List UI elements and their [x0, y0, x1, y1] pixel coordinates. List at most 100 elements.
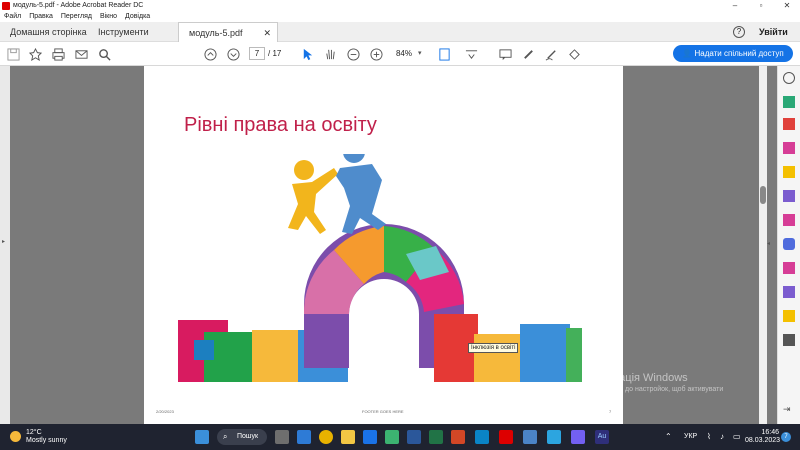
viber-icon[interactable] [571, 430, 585, 444]
tab-bar: Домашня сторінка Інструменти модуль-5.pd… [0, 22, 800, 42]
share-button-label: Надати спільний доступ [694, 49, 784, 58]
collapse-right-icon[interactable]: ◂ [767, 240, 770, 247]
inclusion-label: Інклюзія в освіті [468, 343, 519, 353]
more-tools-icon[interactable] [783, 334, 795, 346]
compress-icon[interactable] [783, 310, 795, 322]
store-icon[interactable] [385, 430, 399, 444]
footer-date: 2/20/2023 [156, 409, 174, 414]
next-page-icon[interactable] [225, 46, 241, 62]
slide-title: Рівні права на освіту [184, 114, 377, 136]
right-tools-panel: ⇥ [777, 66, 800, 424]
zoom-dropdown-icon[interactable]: ▾ [418, 47, 422, 60]
create-pdf-icon[interactable] [783, 96, 795, 108]
clock-time: 16:46 [761, 429, 779, 436]
fill-sign-icon[interactable] [783, 190, 795, 202]
share-user-icon: 👤 [682, 49, 695, 58]
email-icon[interactable] [73, 46, 89, 62]
excel-icon[interactable] [429, 430, 443, 444]
select-cursor-icon[interactable] [299, 46, 315, 62]
zoom-out-icon[interactable] [345, 46, 361, 62]
footer-page-number: 7 [609, 409, 612, 414]
notification-badge[interactable]: 7 [781, 432, 791, 442]
acrobat-icon [2, 1, 10, 10]
weather-desc: Mostly sunny [26, 437, 67, 444]
widgets-icon[interactable] [297, 430, 311, 444]
zoom-panel-icon[interactable] [783, 72, 795, 84]
sign-icon[interactable] [566, 46, 582, 62]
watermark-line3: Windows. [590, 395, 621, 402]
signin-button[interactable]: Увійти [759, 22, 788, 42]
menu-view[interactable]: Перегляд [61, 13, 92, 20]
print-icon[interactable] [50, 46, 66, 62]
zoom-app-icon[interactable] [363, 430, 377, 444]
clock-date: 08.03.2023 [745, 437, 781, 444]
word-icon[interactable] [407, 430, 421, 444]
minimize-button[interactable]: – [722, 0, 748, 11]
prev-page-icon[interactable] [202, 46, 218, 62]
app-icon[interactable] [475, 430, 489, 444]
puzzle-arch-illustration [178, 154, 582, 382]
request-signature-icon[interactable] [783, 286, 795, 298]
maximize-button[interactable]: ▫ [748, 0, 774, 11]
redact-icon[interactable] [783, 262, 795, 274]
powerpoint-icon[interactable] [451, 430, 465, 444]
hand-tool-icon[interactable] [322, 46, 338, 62]
zoom-level[interactable]: 84% [389, 47, 419, 60]
chrome-icon[interactable] [319, 430, 333, 444]
help-icon[interactable]: ? [733, 26, 745, 38]
menu-window[interactable]: Вікно [100, 13, 117, 20]
start-icon[interactable] [195, 430, 209, 444]
clock[interactable]: 16:46 08.03.2023 [745, 429, 781, 445]
title-bar: модуль-5.pdf - Adobe Acrobat Reader DC –… [0, 0, 800, 11]
pdf-page: Рівні права на освіту Інклюзія в освіті … [144, 66, 623, 424]
comment-tool-icon[interactable] [783, 166, 795, 178]
scroll-mode-icon[interactable] [463, 46, 479, 62]
menu-bar: Файл Правка Перегляд Вікно Довідка [0, 11, 800, 22]
bookmark-star-icon[interactable] [27, 46, 43, 62]
tab-tools[interactable]: Інструменти [88, 22, 159, 42]
highlight-pen-icon[interactable] [520, 46, 536, 62]
protect-icon[interactable] [783, 238, 795, 250]
battery-icon[interactable]: ▭ [733, 432, 741, 441]
tab-document[interactable]: модуль-5.pdf ✕ [178, 22, 278, 42]
menu-file[interactable]: Файл [4, 13, 21, 20]
volume-icon[interactable]: ♪ [720, 432, 724, 441]
tray-chevron-icon[interactable]: ⌃ [665, 432, 672, 441]
zoom-in-icon[interactable] [368, 46, 384, 62]
footer-center: FOOTER GOES HERE [362, 409, 404, 414]
draw-icon[interactable] [543, 46, 559, 62]
save-icon[interactable] [5, 46, 21, 62]
watermark-line2: Перейдіть до настройок, щоб активувати [590, 386, 724, 393]
taskbar-search[interactable]: ⌕ Пошук [217, 429, 267, 445]
menu-help[interactable]: Довідка [125, 13, 150, 20]
menu-edit[interactable]: Правка [29, 13, 53, 20]
audition-icon[interactable]: Au [595, 430, 609, 444]
comment-icon[interactable] [497, 46, 513, 62]
left-panel-toggle[interactable]: ▸ [0, 66, 10, 424]
organize-pages-icon[interactable] [783, 142, 795, 154]
task-view-icon[interactable] [275, 430, 289, 444]
page-total: / 17 [268, 49, 282, 58]
edit-pdf-icon[interactable] [783, 214, 795, 226]
share-button[interactable]: 👤 Надати спільний доступ [673, 45, 793, 62]
acrobat-taskbar-icon[interactable] [499, 430, 513, 444]
close-tab-icon[interactable]: ✕ [263, 23, 271, 43]
export-pdf-icon[interactable] [783, 118, 795, 130]
windows-activation-watermark: Активація Windows Перейдіть до настройок… [590, 372, 723, 403]
fit-page-icon[interactable] [436, 46, 452, 62]
telegram-icon[interactable] [547, 430, 561, 444]
tab-home[interactable]: Домашня сторінка [0, 22, 97, 42]
close-button[interactable]: ✕ [774, 0, 800, 11]
vertical-scrollbar[interactable] [759, 66, 767, 424]
file-explorer-icon[interactable] [341, 430, 355, 444]
expand-left-icon[interactable]: ▸ [2, 238, 5, 245]
expand-panel-icon[interactable]: ⇥ [783, 404, 795, 416]
search-magnifier-icon: ⌕ [223, 432, 228, 441]
camera-icon[interactable] [523, 430, 537, 444]
wifi-icon[interactable]: ⌇ [707, 432, 711, 441]
search-icon[interactable] [96, 46, 112, 62]
language-indicator[interactable]: УКР [684, 433, 697, 440]
page-number-input[interactable]: 7 [249, 47, 265, 60]
scrollbar-thumb[interactable] [760, 186, 766, 204]
weather-widget[interactable]: 12°C Mostly sunny [10, 429, 67, 445]
